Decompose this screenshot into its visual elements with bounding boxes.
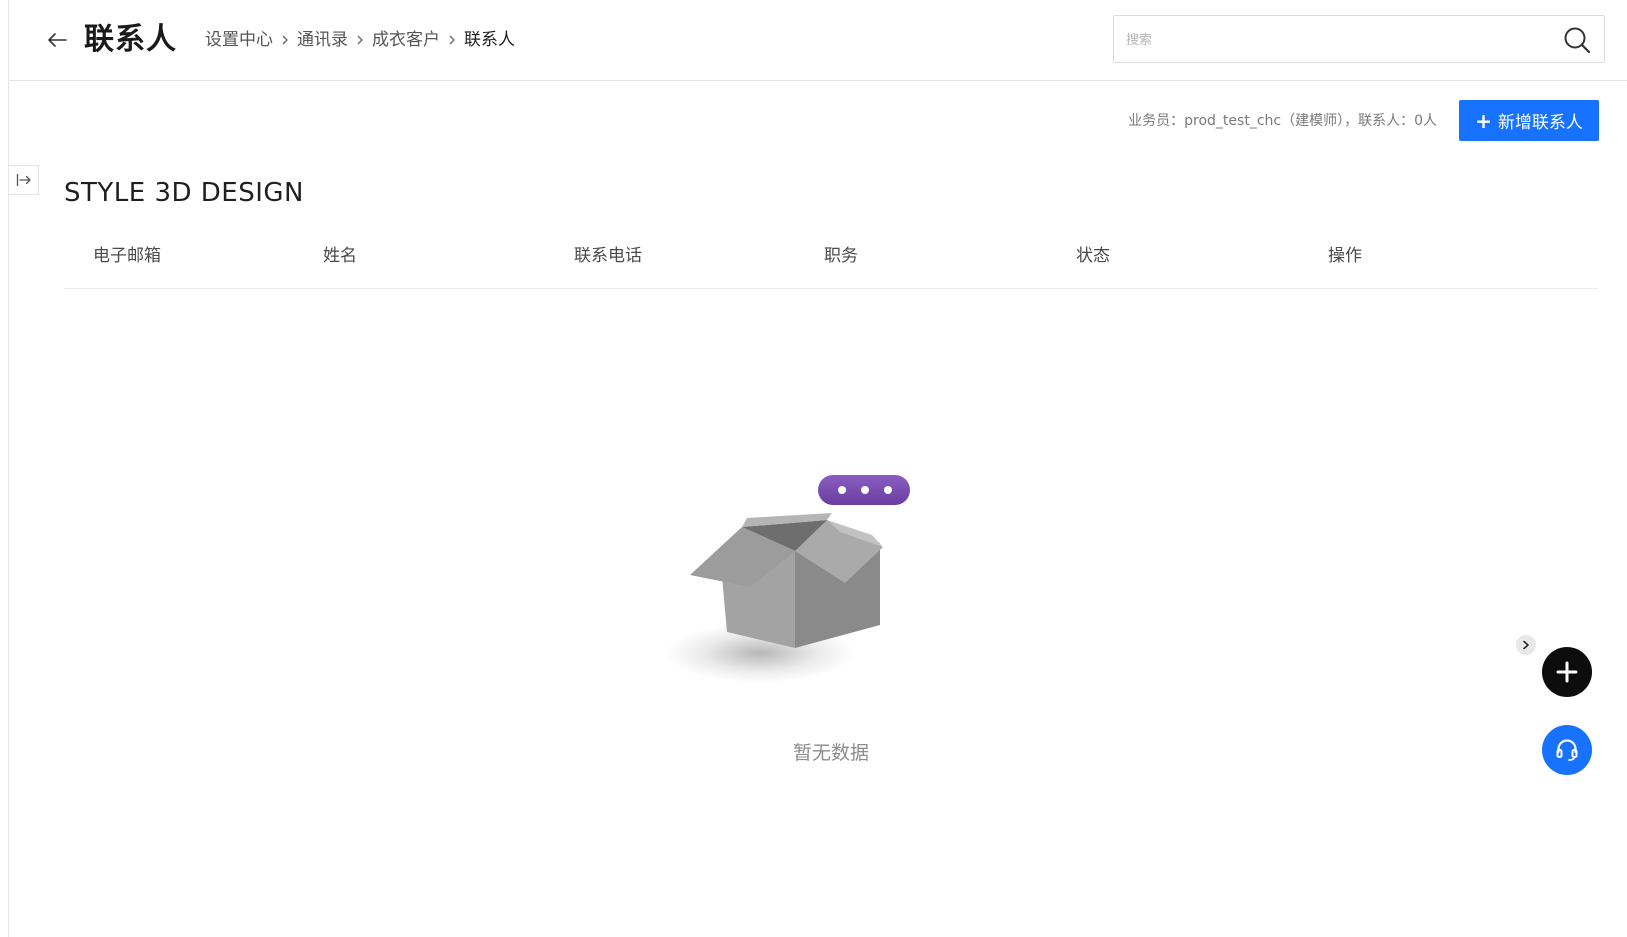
- chevron-right-icon: [273, 35, 297, 45]
- back-button[interactable]: [42, 25, 72, 55]
- column-header-phone: 联系电话: [574, 246, 642, 266]
- search-input[interactable]: [1124, 16, 1528, 64]
- search-box: [1113, 15, 1605, 64]
- left-rail: [0, 0, 9, 937]
- chevron-right-icon: [1523, 640, 1530, 650]
- page-title: 联系人: [84, 22, 177, 57]
- top-bar: 联系人 设置中心 通讯录 成衣客户 联系人: [9, 0, 1627, 81]
- column-header-position: 职务: [824, 246, 858, 266]
- expand-sidebar-icon: [16, 174, 31, 186]
- breadcrumb-item-garment-clients[interactable]: 成衣客户: [372, 28, 440, 52]
- headset-icon: [1556, 739, 1578, 761]
- column-header-email: 电子邮箱: [93, 246, 161, 266]
- sidebar-toggle-button[interactable]: [9, 165, 39, 195]
- search-icon: [1564, 27, 1591, 54]
- column-header-status: 状态: [1076, 246, 1110, 266]
- chevron-right-icon: [440, 35, 464, 45]
- empty-box-illustration: [650, 465, 950, 715]
- breadcrumb: 设置中心 通讯录 成衣客户 联系人: [205, 28, 515, 52]
- column-header-name: 姓名: [323, 246, 357, 266]
- add-contact-button[interactable]: + 新增联系人: [1459, 100, 1599, 141]
- add-contact-label: 新增联系人: [1497, 113, 1583, 133]
- search-button[interactable]: [1562, 25, 1592, 55]
- column-header-actions: 操作: [1328, 246, 1362, 266]
- salesperson-info: 业务员：prod_test_chc（建模师），联系人：0人: [1128, 113, 1437, 129]
- company-title: STYLE 3D DESIGN: [64, 178, 304, 208]
- quick-add-button[interactable]: [1542, 647, 1592, 697]
- plus-icon: [1556, 661, 1578, 683]
- customer-support-button[interactable]: [1542, 725, 1592, 775]
- breadcrumb-item-address-book[interactable]: 通讯录: [297, 28, 348, 52]
- collapse-float-button[interactable]: [1516, 635, 1536, 655]
- empty-state-text: 暂无数据: [792, 742, 869, 764]
- table-header: 电子邮箱 姓名 联系电话 职务 状态 操作: [64, 232, 1598, 289]
- breadcrumb-item-settings[interactable]: 设置中心: [205, 28, 273, 52]
- arrow-left-icon: [48, 33, 67, 47]
- breadcrumb-item-contacts: 联系人: [464, 30, 515, 50]
- plus-icon: +: [1475, 108, 1492, 133]
- chevron-right-icon: [348, 35, 372, 45]
